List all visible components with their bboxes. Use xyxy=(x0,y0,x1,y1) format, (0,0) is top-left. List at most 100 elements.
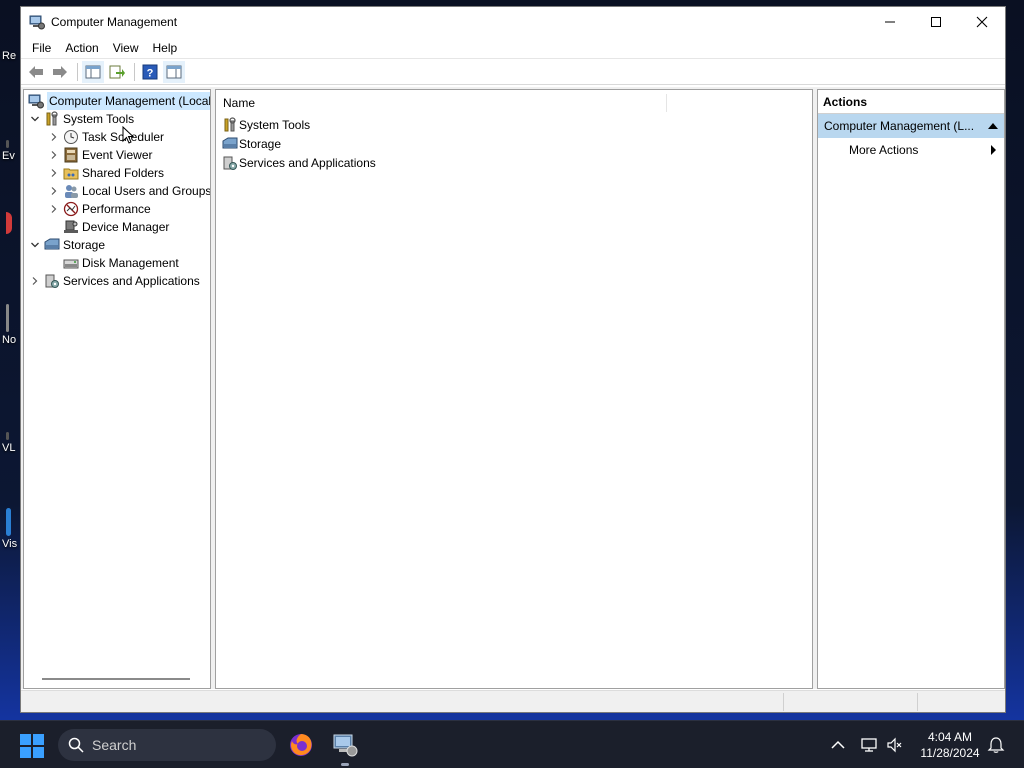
actions-section-computer-management[interactable]: Computer Management (L... xyxy=(818,114,1004,138)
list-item-label: Services and Applications xyxy=(239,155,376,170)
minimize-icon xyxy=(885,21,895,23)
help-button[interactable]: ? xyxy=(139,61,161,83)
show-hide-action-pane-button[interactable] xyxy=(163,60,185,83)
list-item-services-and-applications[interactable]: Services and Applications xyxy=(222,153,376,172)
notification-bell-icon[interactable] xyxy=(987,736,1005,754)
visual-studio-icon xyxy=(6,508,11,536)
clock-icon xyxy=(64,130,78,144)
list-item-label: System Tools xyxy=(239,117,311,132)
performance-icon xyxy=(63,201,79,217)
content-area: Computer Management (Local System Tools … xyxy=(21,87,1005,689)
network-icon[interactable] xyxy=(860,736,878,754)
chevron-right-icon[interactable] xyxy=(28,272,42,290)
menu-view[interactable]: View xyxy=(106,37,146,59)
menu-action[interactable]: Action xyxy=(58,37,105,59)
forward-arrow-icon xyxy=(53,65,67,78)
list-header: Name xyxy=(216,90,812,114)
services-icon xyxy=(223,156,237,170)
tree-item-shared-folders[interactable]: Shared Folders xyxy=(47,164,164,182)
chevron-right-icon[interactable] xyxy=(47,182,61,200)
chevron-right-icon[interactable] xyxy=(47,164,61,182)
shared-folder-icon xyxy=(63,168,79,180)
chevron-right-icon[interactable] xyxy=(47,128,61,146)
collapse-arrow-icon[interactable] xyxy=(988,123,998,129)
export-list-button[interactable] xyxy=(106,61,128,83)
forward-button[interactable] xyxy=(49,61,71,83)
list-item-system-tools[interactable]: System Tools xyxy=(222,115,310,134)
show-hide-action-pane-icon xyxy=(166,65,182,78)
tree-item-performance[interactable]: Performance xyxy=(47,200,151,218)
tree-item-disk-management[interactable]: Disk Management xyxy=(61,254,179,272)
users-icon xyxy=(65,185,78,198)
tree-root-computer-management[interactable]: Computer Management (Local xyxy=(26,92,210,110)
title-bar[interactable]: Computer Management xyxy=(21,7,1005,37)
storage-icon xyxy=(44,238,60,250)
tree-label: Performance xyxy=(82,202,151,216)
tree-label: Shared Folders xyxy=(82,166,165,180)
notepad-icon xyxy=(6,304,9,332)
search-icon xyxy=(68,737,84,753)
chevron-right-icon[interactable] xyxy=(47,200,61,218)
menu-help[interactable]: Help xyxy=(146,37,185,59)
console-tree[interactable]: Computer Management (Local System Tools … xyxy=(23,89,211,689)
taskbar-search[interactable]: Search xyxy=(58,729,276,761)
storage-icon xyxy=(222,137,238,148)
chevron-up-icon[interactable] xyxy=(829,736,847,754)
chevron-down-icon[interactable] xyxy=(28,236,42,254)
windows-start-icon[interactable] xyxy=(20,734,44,758)
more-actions-label: More Actions xyxy=(849,143,919,157)
tree-item-services-and-applications[interactable]: Services and Applications xyxy=(28,272,200,290)
taskbar-clock[interactable]: 4:04 AM 11/28/2024 xyxy=(912,729,988,761)
horizontal-scrollbar[interactable] xyxy=(42,678,190,680)
close-icon xyxy=(976,16,988,28)
firefox-icon[interactable] xyxy=(287,731,315,759)
actions-pane: Actions Computer Management (L... More A… xyxy=(817,89,1005,689)
clock-date: 11/28/2024 xyxy=(920,746,980,760)
toolbar: ? xyxy=(21,59,1005,85)
show-hide-console-tree-button[interactable] xyxy=(82,60,104,83)
submenu-arrow-icon xyxy=(991,145,996,155)
chevron-down-icon[interactable] xyxy=(28,110,42,128)
list-item-storage[interactable]: Storage xyxy=(222,134,281,153)
menu-file[interactable]: File xyxy=(25,37,58,59)
search-label: Search xyxy=(92,737,137,753)
status-divider xyxy=(917,693,918,711)
actions-section-label: Computer Management (L... xyxy=(824,119,975,133)
chevron-right-icon[interactable] xyxy=(47,146,61,164)
tree-item-storage[interactable]: Storage xyxy=(28,236,105,254)
tree-item-device-manager[interactable]: Device Manager xyxy=(61,218,169,236)
back-button[interactable] xyxy=(25,61,47,83)
maximize-icon xyxy=(931,17,941,27)
tree-item-system-tools[interactable]: System Tools xyxy=(28,110,134,128)
show-hide-console-tree-icon xyxy=(85,65,101,78)
computer-management-taskbar-icon[interactable] xyxy=(331,731,359,759)
toolbar-separator xyxy=(77,62,78,81)
event-viewer-icon xyxy=(64,147,78,163)
actions-header: Actions xyxy=(818,90,1004,114)
tree-item-task-scheduler[interactable]: Task Scheduler xyxy=(47,128,164,146)
more-actions-item[interactable]: More Actions xyxy=(818,138,1004,162)
vlc-icon xyxy=(6,432,9,440)
device-manager-icon xyxy=(64,220,78,233)
column-header-name[interactable]: Name xyxy=(223,96,255,110)
results-pane: Name System Tools Storage Services and A… xyxy=(215,89,813,689)
status-divider xyxy=(783,693,784,711)
maximize-button[interactable] xyxy=(913,7,959,37)
taskbar: Search 4:04 AM 11/28/2024 xyxy=(0,720,1024,768)
tree-label: Disk Management xyxy=(82,256,179,270)
tree-item-event-viewer[interactable]: Event Viewer xyxy=(47,146,152,164)
close-button[interactable] xyxy=(959,7,1005,37)
app-icon xyxy=(6,212,12,234)
menu-bar: File Action View Help xyxy=(21,37,1005,59)
active-app-indicator xyxy=(341,763,349,766)
tools-icon xyxy=(46,111,58,126)
minimize-button[interactable] xyxy=(867,7,913,37)
column-divider[interactable] xyxy=(666,94,667,112)
tree-item-local-users-groups[interactable]: Local Users and Groups xyxy=(47,182,210,200)
shortcut-icon xyxy=(6,140,9,148)
back-arrow-icon xyxy=(29,65,43,78)
tree-label: Storage xyxy=(63,238,106,252)
status-bar xyxy=(21,690,1005,712)
tools-icon xyxy=(224,116,236,131)
volume-muted-icon[interactable] xyxy=(886,736,904,754)
